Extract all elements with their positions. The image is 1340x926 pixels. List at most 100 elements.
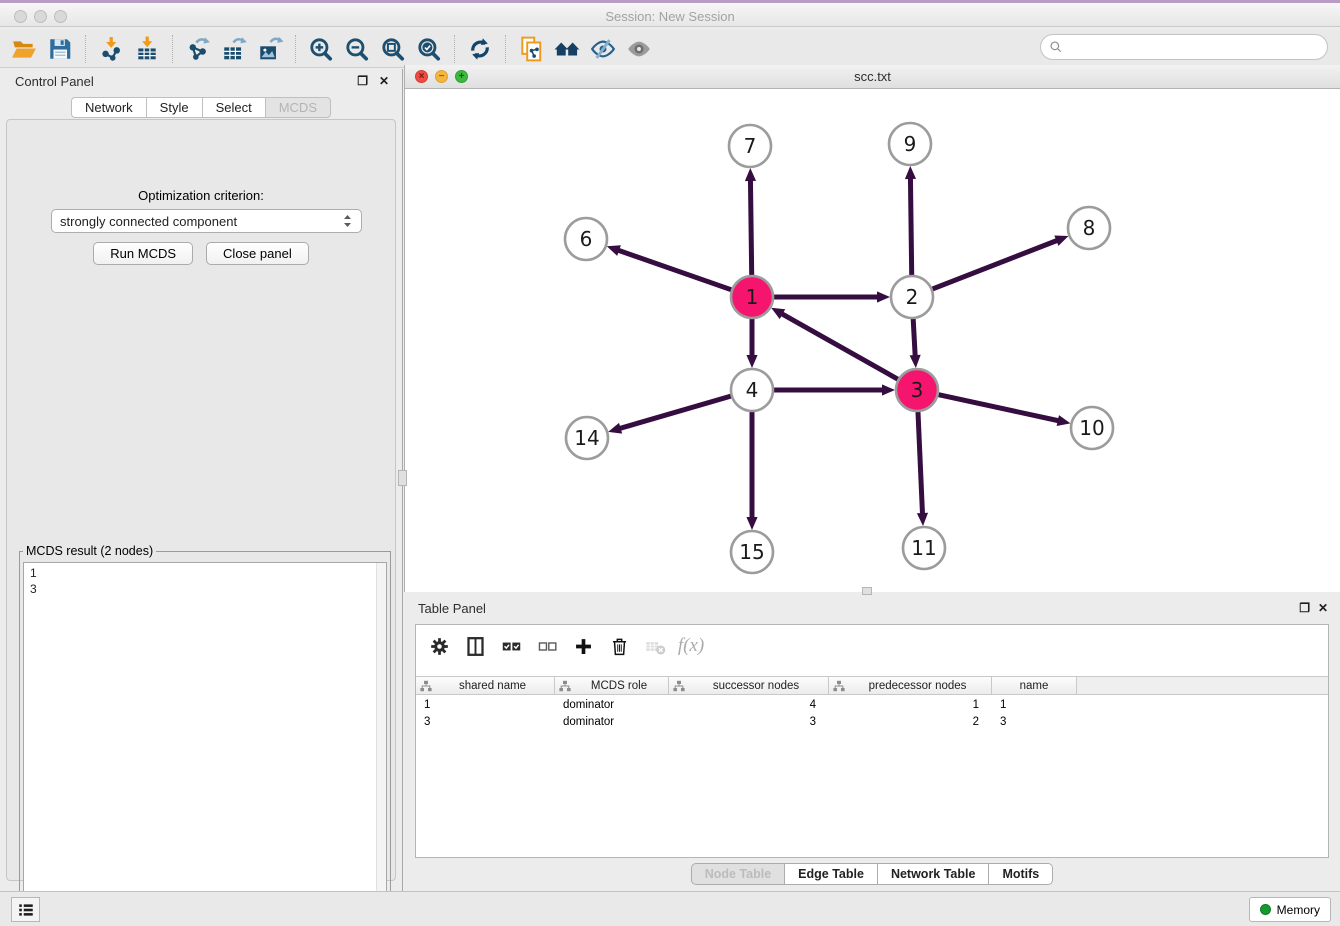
network-view-titlebar[interactable]: × − + scc.txt xyxy=(405,65,1340,89)
add-column-button[interactable] xyxy=(568,631,598,661)
edge-3-10[interactable] xyxy=(935,394,1060,421)
table-row[interactable]: 3dominator323 xyxy=(416,713,1328,730)
home-layout-button[interactable] xyxy=(549,33,585,65)
table-header-row: shared name MCDS role successor nodes prede… xyxy=(416,676,1328,695)
clone-network-button[interactable] xyxy=(513,33,549,65)
delete-column-icon xyxy=(609,636,630,657)
delete-column-button[interactable] xyxy=(604,631,634,661)
deselect-all-button[interactable] xyxy=(532,631,562,661)
open-session-button[interactable] xyxy=(6,33,42,65)
tab-edge-table[interactable]: Edge Table xyxy=(784,863,877,885)
edge-arrowhead-3-10 xyxy=(1057,415,1071,426)
column-header-shared-name[interactable]: shared name xyxy=(416,677,555,694)
tab-network[interactable]: Network xyxy=(71,97,146,118)
edge-3-1[interactable] xyxy=(781,313,902,381)
table-cell[interactable]: dominator xyxy=(555,716,669,728)
export-table-button[interactable] xyxy=(216,33,252,65)
column-header-label: shared name xyxy=(435,680,550,692)
tab-style[interactable]: Style xyxy=(146,97,202,118)
hide-panel-button[interactable] xyxy=(585,33,621,65)
column-header-label: MCDS role xyxy=(574,680,664,692)
edge-3-11[interactable] xyxy=(918,408,923,515)
column-type-icon xyxy=(673,680,685,692)
toolbar-separator xyxy=(172,35,173,63)
toggle-panel-button[interactable] xyxy=(460,631,490,661)
table-float-icon[interactable]: ❐ xyxy=(1299,601,1310,615)
table-cell[interactable]: 3 xyxy=(416,716,555,728)
table-cell[interactable]: 1 xyxy=(992,699,1077,711)
table-cell[interactable]: 1 xyxy=(416,699,555,711)
float-panel-icon[interactable]: ❐ xyxy=(357,74,368,88)
tab-select[interactable]: Select xyxy=(202,97,265,118)
import-network-button[interactable] xyxy=(93,33,129,65)
edge-arrowhead-2-3 xyxy=(910,355,921,368)
memory-status-icon xyxy=(1260,904,1271,915)
show-panel-button[interactable] xyxy=(621,33,657,65)
table-panel: Table Panel ❐ ✕ f(x) shared nameMCDS rol… xyxy=(404,596,1340,890)
edge-2-3[interactable] xyxy=(913,315,915,357)
export-table-icon xyxy=(221,36,247,62)
export-network-button[interactable] xyxy=(180,33,216,65)
table-cell[interactable]: 4 xyxy=(669,699,829,711)
import-table-button[interactable] xyxy=(129,33,165,65)
table-toolbar: f(x) xyxy=(416,625,1328,667)
edge-2-8[interactable] xyxy=(929,240,1058,290)
column-header-MCDS-role[interactable]: MCDS role xyxy=(555,677,669,694)
edge-arrowhead-1-6 xyxy=(607,245,621,256)
zoom-out-button[interactable] xyxy=(339,33,375,65)
mcds-result-list[interactable]: 1 3 xyxy=(23,562,387,920)
toolbar-separator xyxy=(505,35,506,63)
zoom-selected-icon xyxy=(416,36,442,62)
table-rows: 1dominator4113dominator323 xyxy=(416,696,1328,730)
table-cell[interactable]: dominator xyxy=(555,699,669,711)
refresh-button[interactable] xyxy=(462,33,498,65)
zoom-in-button[interactable] xyxy=(303,33,339,65)
save-session-icon xyxy=(47,36,73,62)
column-header-name[interactable]: name xyxy=(992,677,1077,694)
column-header-label: successor nodes xyxy=(688,680,824,692)
tab-motifs[interactable]: Motifs xyxy=(988,863,1053,885)
table-row[interactable]: 1dominator411 xyxy=(416,696,1328,713)
tab-network-table[interactable]: Network Table xyxy=(877,863,989,885)
network-canvas[interactable]: 7968124314101511 xyxy=(405,89,1340,592)
edge-arrowhead-1-4 xyxy=(746,355,757,368)
result-scrollbar[interactable] xyxy=(376,563,386,919)
graph-node-label-6: 6 xyxy=(580,227,593,251)
vertical-splitter-grip[interactable] xyxy=(398,470,407,486)
zoom-fit-button[interactable] xyxy=(375,33,411,65)
graph-node-label-1: 1 xyxy=(746,285,759,309)
node-table-container: f(x) shared name MCDS role successor nodes… xyxy=(415,624,1329,858)
edge-1-6[interactable] xyxy=(617,250,735,291)
edge-2-9[interactable] xyxy=(910,177,911,279)
search-box[interactable] xyxy=(1040,34,1328,60)
select-all-button[interactable] xyxy=(496,631,526,661)
edge-arrowhead-3-11 xyxy=(917,513,928,526)
memory-button[interactable]: Memory xyxy=(1249,897,1331,922)
save-session-button[interactable] xyxy=(42,33,78,65)
edge-4-14[interactable] xyxy=(619,395,735,429)
column-header-predecessor-nodes[interactable]: predecessor nodes xyxy=(829,677,992,694)
horizontal-splitter-grip[interactable] xyxy=(862,587,872,595)
run-mcds-button[interactable]: Run MCDS xyxy=(93,242,193,265)
tab-node-table[interactable]: Node Table xyxy=(691,863,784,885)
optimization-criterion-value: strongly connected component xyxy=(60,214,342,229)
zoom-selected-button[interactable] xyxy=(411,33,447,65)
settings-gear-button[interactable] xyxy=(424,631,454,661)
export-image-button[interactable] xyxy=(252,33,288,65)
close-panel-icon[interactable]: ✕ xyxy=(379,74,389,88)
task-history-button[interactable] xyxy=(11,897,40,922)
select-all-icon xyxy=(501,636,522,657)
table-cell[interactable]: 3 xyxy=(992,716,1077,728)
edge-1-7[interactable] xyxy=(750,179,751,279)
table-cell[interactable]: 3 xyxy=(669,716,829,728)
tab-mcds[interactable]: MCDS xyxy=(265,97,331,118)
network-graph[interactable]: 7968124314101511 xyxy=(405,89,1340,592)
graph-node-label-7: 7 xyxy=(744,134,757,158)
table-cell[interactable]: 1 xyxy=(829,699,992,711)
table-close-icon[interactable]: ✕ xyxy=(1318,601,1328,615)
optimization-criterion-select[interactable]: strongly connected component xyxy=(51,209,362,233)
close-panel-button[interactable]: Close panel xyxy=(206,242,309,265)
table-cell[interactable]: 2 xyxy=(829,716,992,728)
column-header-successor-nodes[interactable]: successor nodes xyxy=(669,677,829,694)
search-input[interactable] xyxy=(1068,37,1327,57)
